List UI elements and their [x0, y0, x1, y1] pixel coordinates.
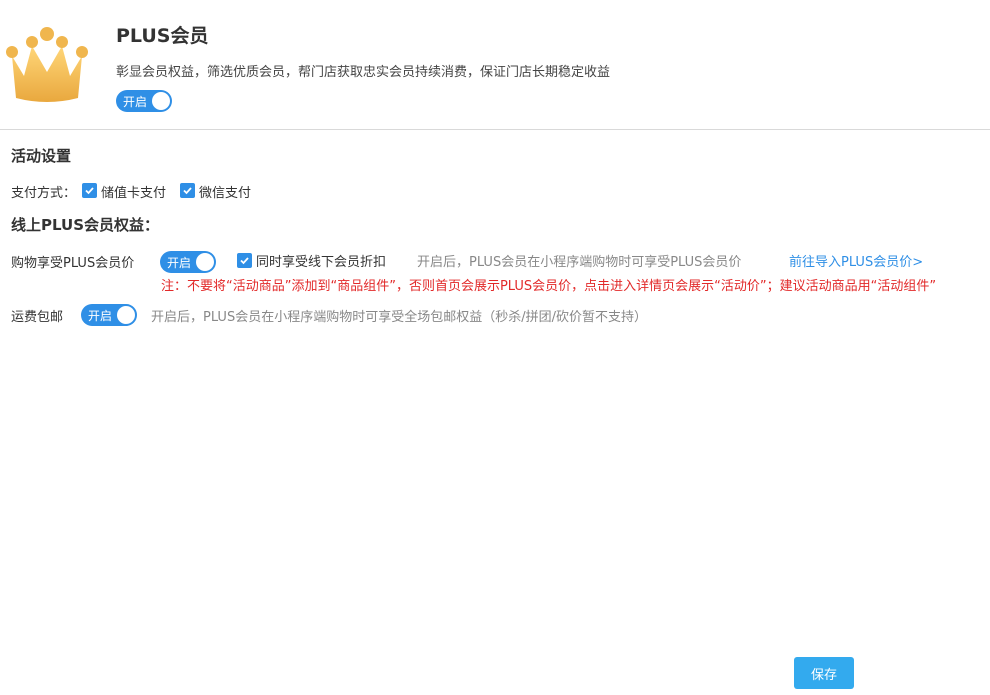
- page-title: PLUS会员: [116, 25, 209, 47]
- free-shipping-label: 运费包邮: [11, 310, 64, 325]
- toggle-knob: [196, 253, 214, 271]
- toggle-knob: [117, 306, 135, 324]
- toggle-label: 开启: [167, 255, 192, 270]
- page-description: 彰显会员权益，筛选优质会员，帮门店获取忠实会员持续消费，保证门店长期稳定收益: [116, 65, 611, 80]
- plus-price-hint: 开启后，PLUS会员在小程序端购物时可享受PLUS会员价: [417, 255, 742, 270]
- import-plus-price-link[interactable]: 前往导入PLUS会员价>: [789, 251, 923, 270]
- offline-discount-checkbox[interactable]: [237, 253, 252, 268]
- checkmark-icon: [85, 187, 94, 195]
- save-button[interactable]: 保存: [794, 657, 854, 689]
- stored-value-card-label[interactable]: 储值卡支付: [101, 182, 166, 201]
- toggle-knob: [152, 92, 170, 110]
- warning-note: 注：不要将“活动商品”添加到“商品组件”，否则首页会展示PLUS会员价，点击进入…: [161, 279, 937, 294]
- free-shipping-toggle[interactable]: 开启: [81, 304, 137, 326]
- stored-value-card-checkbox[interactable]: [82, 183, 97, 198]
- offline-discount-label[interactable]: 同时享受线下会员折扣: [256, 251, 386, 270]
- checkmark-icon: [183, 187, 192, 195]
- toggle-label: 开启: [88, 308, 113, 323]
- toggle-label: 开启: [123, 94, 148, 109]
- section-divider: [0, 129, 990, 130]
- wechat-pay-checkbox[interactable]: [180, 183, 195, 198]
- checkmark-icon: [240, 257, 249, 265]
- crown-icon: [6, 27, 88, 102]
- online-benefits-heading: 线上PLUS会员权益：: [11, 216, 160, 234]
- plus-member-toggle[interactable]: 开启: [116, 90, 172, 112]
- payment-method-label: 支付方式：: [11, 186, 77, 201]
- activity-settings-heading: 活动设置: [11, 147, 72, 165]
- free-shipping-hint: 开启后，PLUS会员在小程序端购物时可享受全场包邮权益（秒杀/拼团/砍价暂不支持…: [151, 310, 647, 325]
- plus-price-toggle[interactable]: 开启: [160, 251, 216, 273]
- wechat-pay-label[interactable]: 微信支付: [199, 182, 251, 201]
- plus-price-label: 购物享受PLUS会员价: [11, 256, 135, 271]
